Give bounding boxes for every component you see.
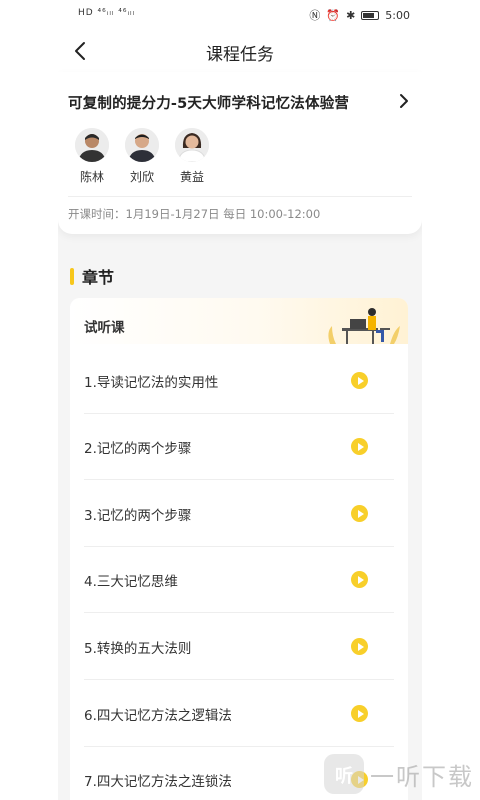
avatar: [125, 128, 159, 162]
signal-indicators: HD ⁴⁶ᵢₗₗ ⁴⁶ᵢₗₗ: [78, 8, 136, 18]
status-right: Ⓝ ⏰ ✱ 5:00: [309, 7, 410, 23]
accent-bar: [70, 267, 74, 285]
lesson-item[interactable]: 1.导读记忆法的实用性: [84, 348, 394, 414]
play-icon[interactable]: [351, 505, 368, 522]
course-title[interactable]: 可复制的提分力-5天大师学科记忆法体验营: [68, 92, 349, 113]
lesson-title: 2.记忆的两个步骤: [84, 441, 192, 457]
lesson-item[interactable]: 6.四大记忆方法之逻辑法: [84, 681, 394, 747]
lesson-item[interactable]: 5.转换的五大法则: [84, 614, 394, 680]
course-schedule: 开课时间：1月19日-1月27日 每日 10:00-12:00: [68, 207, 321, 221]
status-bar: HD ⁴⁶ᵢₗₗ ⁴⁶ᵢₗₗ Ⓝ ⏰ ✱ 5:00: [58, 0, 422, 30]
teacher-item[interactable]: 陈林: [74, 128, 110, 185]
watermark-text: 一听下载: [370, 762, 474, 791]
teacher-item[interactable]: 黄益: [174, 128, 210, 185]
lesson-item[interactable]: 2.记忆的两个步骤: [84, 414, 394, 480]
app-screen: HD ⁴⁶ᵢₗₗ ⁴⁶ᵢₗₗ Ⓝ ⏰ ✱ 5:00 课程任务 可复制的提分力-5…: [58, 0, 422, 800]
right-margin: [422, 0, 480, 800]
play-icon[interactable]: [351, 438, 368, 455]
teacher-item[interactable]: 刘欣: [124, 128, 160, 185]
trial-lesson-header: 试听课: [70, 298, 408, 344]
person-avatar-icon: [175, 128, 209, 162]
play-icon[interactable]: [351, 571, 368, 588]
play-icon[interactable]: [351, 372, 368, 389]
teacher-list: 陈林 刘欣 黄益: [74, 128, 210, 185]
lesson-title: 5.转换的五大法则: [84, 641, 192, 657]
bluetooth-icon: ✱: [346, 8, 356, 22]
alarm-icon: ⏰: [326, 8, 341, 22]
chevron-right-icon[interactable]: [396, 92, 412, 110]
teacher-name: 黄益: [179, 170, 204, 184]
lessons-card: 试听课 1.导读记忆法的实用性 2.记忆的两个步骤 3.记忆的两个步骤 4.三大…: [70, 298, 408, 800]
study-illustration-icon: [328, 308, 400, 344]
lesson-title: 3.记忆的两个步骤: [84, 508, 192, 524]
watermark: 听 一听下载: [324, 754, 474, 794]
teacher-name: 刘欣: [129, 170, 154, 184]
top-nav: 课程任务: [58, 30, 422, 72]
course-info-card: 可复制的提分力-5天大师学科记忆法体验营 陈林 刘欣 黄益 开课时间：1月19日…: [58, 72, 422, 234]
lesson-item[interactable]: 4.三大记忆思维: [84, 547, 394, 613]
lesson-item[interactable]: 3.记忆的两个步骤: [84, 481, 394, 547]
lesson-title: 4.三大记忆思维: [84, 574, 178, 590]
page-title: 课程任务: [206, 45, 274, 65]
chapter-heading-text: 章节: [82, 268, 115, 287]
person-avatar-icon: [125, 128, 159, 162]
nfc-icon: Ⓝ: [309, 9, 321, 22]
chapter-section-heading: 章节: [70, 264, 114, 288]
play-icon[interactable]: [351, 705, 368, 722]
watermark-logo-text: 听: [335, 766, 353, 787]
lesson-title: 6.四大记忆方法之逻辑法: [84, 708, 232, 724]
lesson-title: 7.四大记忆方法之连锁法: [84, 774, 232, 790]
clock: 5:00: [385, 8, 410, 22]
person-avatar-icon: [75, 128, 109, 162]
play-icon[interactable]: [351, 638, 368, 655]
avatar: [175, 128, 209, 162]
left-margin: [0, 0, 58, 800]
avatar: [75, 128, 109, 162]
battery-icon: [361, 10, 380, 20]
trial-lesson-label: 试听课: [84, 320, 125, 336]
divider: [68, 196, 412, 197]
lesson-title: 1.导读记忆法的实用性: [84, 375, 219, 391]
watermark-logo-icon: 听: [324, 754, 364, 794]
teacher-name: 陈林: [79, 170, 104, 184]
